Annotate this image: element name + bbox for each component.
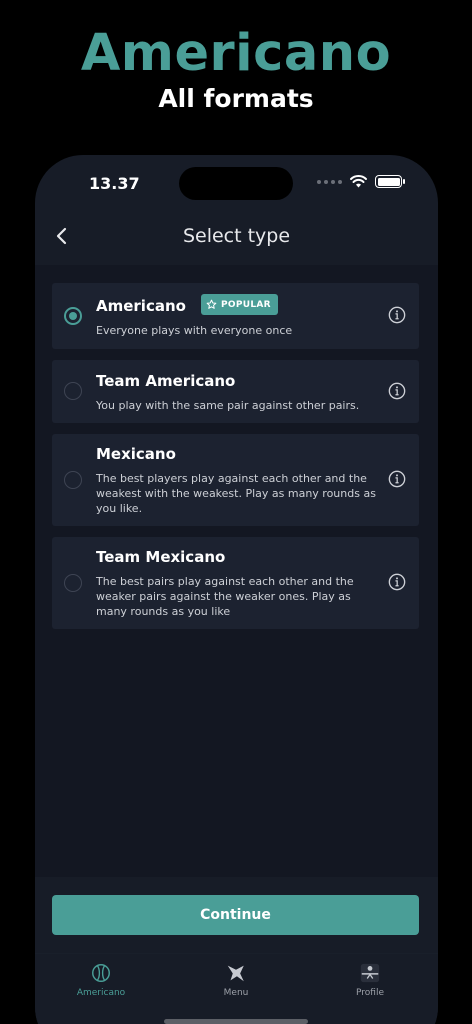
tab-profile[interactable]: Profile xyxy=(320,962,420,998)
option-title: Team Mexicano xyxy=(96,548,226,566)
option-description: Everyone plays with everyone once xyxy=(96,324,293,337)
badge-label: POPULAR xyxy=(221,299,271,310)
tab-label: Profile xyxy=(356,988,384,998)
option-team-mexicano[interactable]: Team Mexicano The best pairs play agains… xyxy=(52,537,419,629)
status-time: 13.37 xyxy=(89,174,140,193)
option-mexicano[interactable]: Mexicano The best players play against e… xyxy=(52,434,419,526)
tab-menu[interactable]: Menu xyxy=(186,962,286,998)
ball-icon xyxy=(92,964,110,982)
option-title: Americano xyxy=(96,297,186,315)
option-description: You play with the same pair against othe… xyxy=(96,399,360,412)
radio-selected[interactable] xyxy=(64,307,82,325)
radio-unselected[interactable] xyxy=(64,574,82,592)
bottom-area: Continue Americano Menu Profile xyxy=(35,877,438,1024)
tab-bar: Americano Menu Profile xyxy=(35,953,438,1013)
info-icon[interactable] xyxy=(388,306,406,324)
star-icon xyxy=(227,965,244,982)
option-title: Mexicano xyxy=(96,445,176,463)
promo-title: Americano xyxy=(80,24,392,83)
phone-frame: 13.37 Select type Americano POPULAR Ever… xyxy=(35,155,438,1024)
option-description: The best pairs play against each other a… xyxy=(96,575,354,618)
continue-button[interactable]: Continue xyxy=(52,895,419,935)
tab-americano[interactable]: Americano xyxy=(51,962,151,998)
option-description: The best players play against each other… xyxy=(96,472,376,515)
info-icon[interactable] xyxy=(388,470,406,488)
star-outline-icon xyxy=(206,299,217,309)
option-team-americano[interactable]: Team Americano You play with the same pa… xyxy=(52,360,419,423)
tab-label: Americano xyxy=(76,988,126,998)
option-americano[interactable]: Americano POPULAR Everyone plays with ev… xyxy=(52,283,419,349)
page-title: Select type xyxy=(182,225,291,247)
info-icon[interactable] xyxy=(388,573,406,591)
type-list: Americano POPULAR Everyone plays with ev… xyxy=(35,265,438,877)
option-title: Team Americano xyxy=(96,372,236,390)
info-icon[interactable] xyxy=(388,382,406,400)
tab-label: Menu xyxy=(223,988,249,998)
radio-unselected[interactable] xyxy=(64,471,82,489)
nav-bar: Select type xyxy=(35,210,438,265)
popular-badge: POPULAR xyxy=(201,294,278,315)
status-indicators xyxy=(317,175,405,188)
wifi-icon xyxy=(350,175,367,188)
battery-icon xyxy=(375,175,405,188)
dynamic-island xyxy=(179,167,293,200)
signal-icon xyxy=(317,179,342,184)
home-indicator xyxy=(164,1019,308,1024)
promo-subtitle: All formats xyxy=(158,84,314,113)
avatar xyxy=(360,963,380,983)
radio-unselected[interactable] xyxy=(64,382,82,400)
